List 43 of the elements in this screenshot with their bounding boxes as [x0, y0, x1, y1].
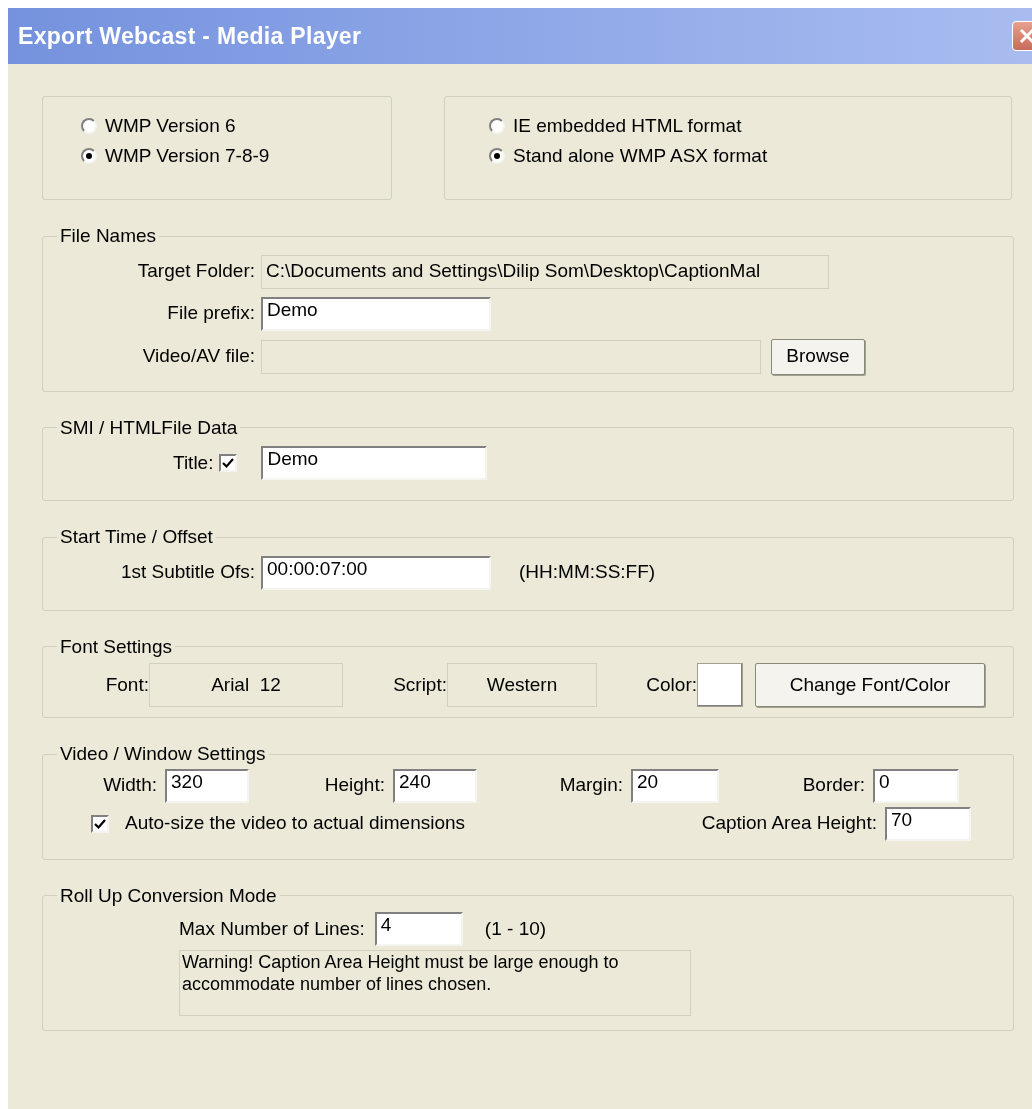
field-label: Script:: [392, 672, 447, 697]
radio-label: IE embedded HTML format: [513, 113, 742, 138]
warning-message: Warning! Caption Area Height must be large enough to accommodate number of lines chosen.: [179, 950, 691, 1016]
radio-label: Stand alone WMP ASX format: [513, 143, 768, 168]
file-prefix-field[interactable]: Demo: [261, 296, 491, 331]
format-hint: (HH:MM:SS:FF): [519, 560, 656, 585]
browse-button[interactable]: Browse: [771, 338, 865, 375]
checkbox-label: Auto-size the video to actual dimensions: [125, 811, 466, 836]
target-folder-field[interactable]: C:\Documents and Settings\Dilip Som\Desktop\CaptionMal: [261, 254, 829, 289]
dimension-field[interactable]: 320: [165, 768, 249, 803]
dimension-field[interactable]: 20: [631, 768, 719, 803]
change-font-button[interactable]: Change Font/Color: [755, 663, 985, 707]
field-label: Caption Area Height:: [700, 811, 877, 836]
caption-height-field[interactable]: 70: [885, 806, 971, 841]
field-label: Height:: [323, 773, 385, 798]
radio-label: WMP Version 6: [105, 113, 236, 138]
field-label: Title:: [173, 450, 214, 475]
group-title: Start Time / Offset: [59, 525, 214, 549]
field-label: Target Folder:: [136, 259, 255, 284]
font-display: Arial 12: [149, 663, 343, 707]
offset-field[interactable]: 00:00:07:00: [261, 555, 491, 590]
group-title: Font Settings: [59, 634, 173, 659]
group-title: Video / Window Settings: [59, 742, 267, 766]
title-field[interactable]: Demo: [261, 446, 488, 480]
group-title: File Names: [59, 224, 158, 248]
max-lines-field[interactable]: 4: [374, 912, 463, 946]
field-label: Font:: [104, 672, 149, 697]
window-title: Export Webcast - Media Player: [18, 21, 362, 51]
field-label: Margin:: [558, 773, 623, 798]
range-hint: (1 - 10): [484, 916, 547, 941]
field-label: Max Number of Lines:: [179, 916, 365, 941]
field-label: File prefix:: [166, 301, 255, 326]
field-label: Video/AV file:: [141, 344, 255, 369]
radio-label: WMP Version 7-8-9: [105, 143, 270, 168]
group-title: Roll Up Conversion Mode: [59, 883, 278, 908]
group-title: SMI / HTMLFile Data: [59, 415, 239, 440]
field-label: Width:: [102, 773, 157, 798]
field-label: 1st Subtitle Ofs:: [119, 560, 255, 585]
dimension-field[interactable]: 240: [393, 768, 477, 803]
field-label: Border:: [801, 773, 865, 798]
field-label: Color:: [645, 672, 697, 697]
script-display: Western: [447, 663, 597, 707]
dimension-field[interactable]: 0: [873, 768, 959, 803]
